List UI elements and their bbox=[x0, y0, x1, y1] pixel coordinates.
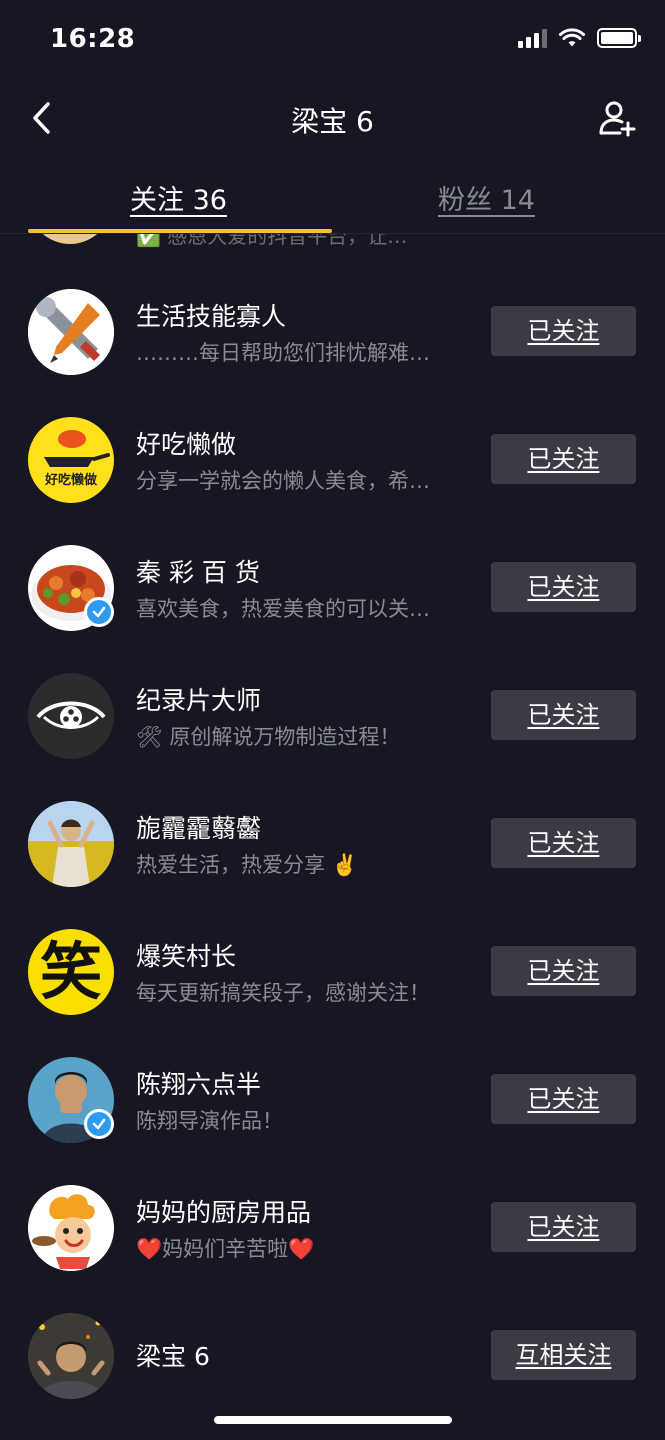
following-button[interactable]: 已关注 bbox=[491, 562, 636, 612]
page-title: 梁宝 6 bbox=[291, 105, 374, 138]
avatar[interactable]: 笑 bbox=[28, 929, 114, 1015]
tab-fans[interactable]: 粉丝 14 bbox=[438, 178, 535, 217]
avatar[interactable] bbox=[28, 801, 114, 887]
list-item[interactable]: 秦 彩 百 货 喜欢美食，热爱美食的可以关… 已关注 bbox=[0, 523, 665, 651]
following-button[interactable]: 已关注 bbox=[491, 306, 636, 356]
status-icons bbox=[518, 28, 641, 48]
avatar[interactable] bbox=[28, 1313, 114, 1399]
user-bio: 分享一学就会的懒人美食，希… bbox=[136, 469, 430, 493]
home-indicator[interactable] bbox=[214, 1416, 452, 1424]
avatar[interactable] bbox=[28, 1185, 114, 1271]
person-night-photo-icon bbox=[28, 1313, 114, 1399]
user-name: 好吃懒做 bbox=[136, 430, 237, 459]
list-item[interactable]: 笑 爆笑村长 每天更新搞笑段子，感谢关注！ 已关注 bbox=[0, 907, 665, 1035]
add-friend-button[interactable] bbox=[597, 98, 637, 138]
avatar[interactable] bbox=[28, 234, 112, 244]
user-name: 爆笑村长 bbox=[136, 942, 237, 971]
following-button[interactable]: 已关注 bbox=[491, 1074, 636, 1124]
user-name: 妈妈的厨房用品 bbox=[136, 1198, 312, 1227]
nav-bar: 梁宝 6 bbox=[0, 80, 665, 160]
list-item-partial[interactable]: ✅ 感恩大爱的抖音平台，让… bbox=[0, 234, 665, 248]
following-button[interactable]: 已关注 bbox=[491, 1202, 636, 1252]
user-bio: 热爱生活，热爱分享 ✌️ bbox=[136, 853, 358, 877]
list-item[interactable]: 妈妈的厨房用品 ❤️妈妈们辛苦啦❤️ 已关注 bbox=[0, 1163, 665, 1291]
user-name: 梁宝 6 bbox=[136, 1342, 210, 1371]
avatar-label: 笑 bbox=[39, 935, 102, 1008]
status-time: 16:28 bbox=[50, 24, 136, 54]
avatar-label: 好吃懒做 bbox=[44, 473, 97, 488]
battery-icon bbox=[597, 28, 641, 48]
list-item[interactable]: 纪录片大师 🛠 原创解说万物制造过程！ 已关注 bbox=[0, 651, 665, 779]
verified-badge-icon bbox=[84, 597, 114, 627]
cooking-pan-icon bbox=[44, 430, 110, 467]
person-field-photo-icon bbox=[28, 801, 114, 887]
list-item[interactable]: 陈翔六点半 陈翔导演作品！ 已关注 bbox=[0, 1035, 665, 1163]
cellular-signal-icon bbox=[518, 28, 547, 48]
list-item[interactable]: 好吃懒做 好吃懒做 分享一学就会的懒人美食，希… 已关注 bbox=[0, 395, 665, 523]
tab-following[interactable]: 关注 36 bbox=[130, 178, 227, 217]
eye-film-reel-icon bbox=[36, 701, 106, 729]
user-name: 陈翔六点半 bbox=[136, 1070, 262, 1099]
avatar[interactable] bbox=[28, 289, 114, 375]
chef-cartoon-icon bbox=[28, 1185, 114, 1271]
following-button[interactable]: 已关注 bbox=[491, 690, 636, 740]
add-user-icon bbox=[599, 101, 636, 137]
tab-bar: 关注 36 粉丝 14 bbox=[0, 160, 665, 234]
following-list[interactable]: ✅ 感恩大爱的抖音平台，让… 生活技能寡人 ………每日帮助您们排忧解难… 已关注 bbox=[0, 234, 665, 1420]
verified-badge-icon bbox=[84, 1109, 114, 1139]
user-name: 旎龗靇蘙齾 bbox=[136, 814, 262, 843]
wifi-icon bbox=[559, 28, 585, 47]
tools-icon bbox=[28, 289, 114, 375]
user-name: 生活技能寡人 bbox=[136, 302, 287, 331]
user-bio: ✅ 感恩大爱的抖音平台，让… bbox=[136, 234, 408, 248]
user-bio: 每天更新搞笑段子，感谢关注！ bbox=[136, 981, 430, 1005]
following-button[interactable]: 已关注 bbox=[491, 946, 636, 996]
following-button[interactable]: 已关注 bbox=[491, 818, 636, 868]
user-name: 纪录片大师 bbox=[136, 686, 262, 715]
user-bio: ………每日帮助您们排忧解难… bbox=[136, 341, 430, 365]
mutual-follow-button[interactable]: 互相关注 bbox=[491, 1330, 636, 1380]
user-bio: ❤️妈妈们辛苦啦❤️ bbox=[136, 1237, 315, 1261]
user-bio: 陈翔导演作品！ bbox=[136, 1109, 283, 1133]
user-bio: 🛠 原创解说万物制造过程！ bbox=[136, 725, 401, 749]
user-bio: 喜欢美食，热爱美食的可以关… bbox=[136, 597, 430, 621]
list-item[interactable]: 梁宝 6 互相关注 bbox=[0, 1291, 665, 1419]
avatar[interactable]: 好吃懒做 bbox=[28, 417, 114, 503]
following-button[interactable]: 已关注 bbox=[491, 434, 636, 484]
avatar[interactable] bbox=[28, 673, 114, 759]
status-bar: 16:28 bbox=[0, 0, 665, 80]
tab-active-indicator bbox=[28, 229, 332, 233]
user-name: 秦 彩 百 货 bbox=[136, 558, 260, 587]
list-item[interactable]: 旎龗靇蘙齾 热爱生活，热爱分享 ✌️ 已关注 bbox=[0, 779, 665, 907]
list-item[interactable]: 生活技能寡人 ………每日帮助您们排忧解难… 已关注 bbox=[0, 267, 665, 395]
